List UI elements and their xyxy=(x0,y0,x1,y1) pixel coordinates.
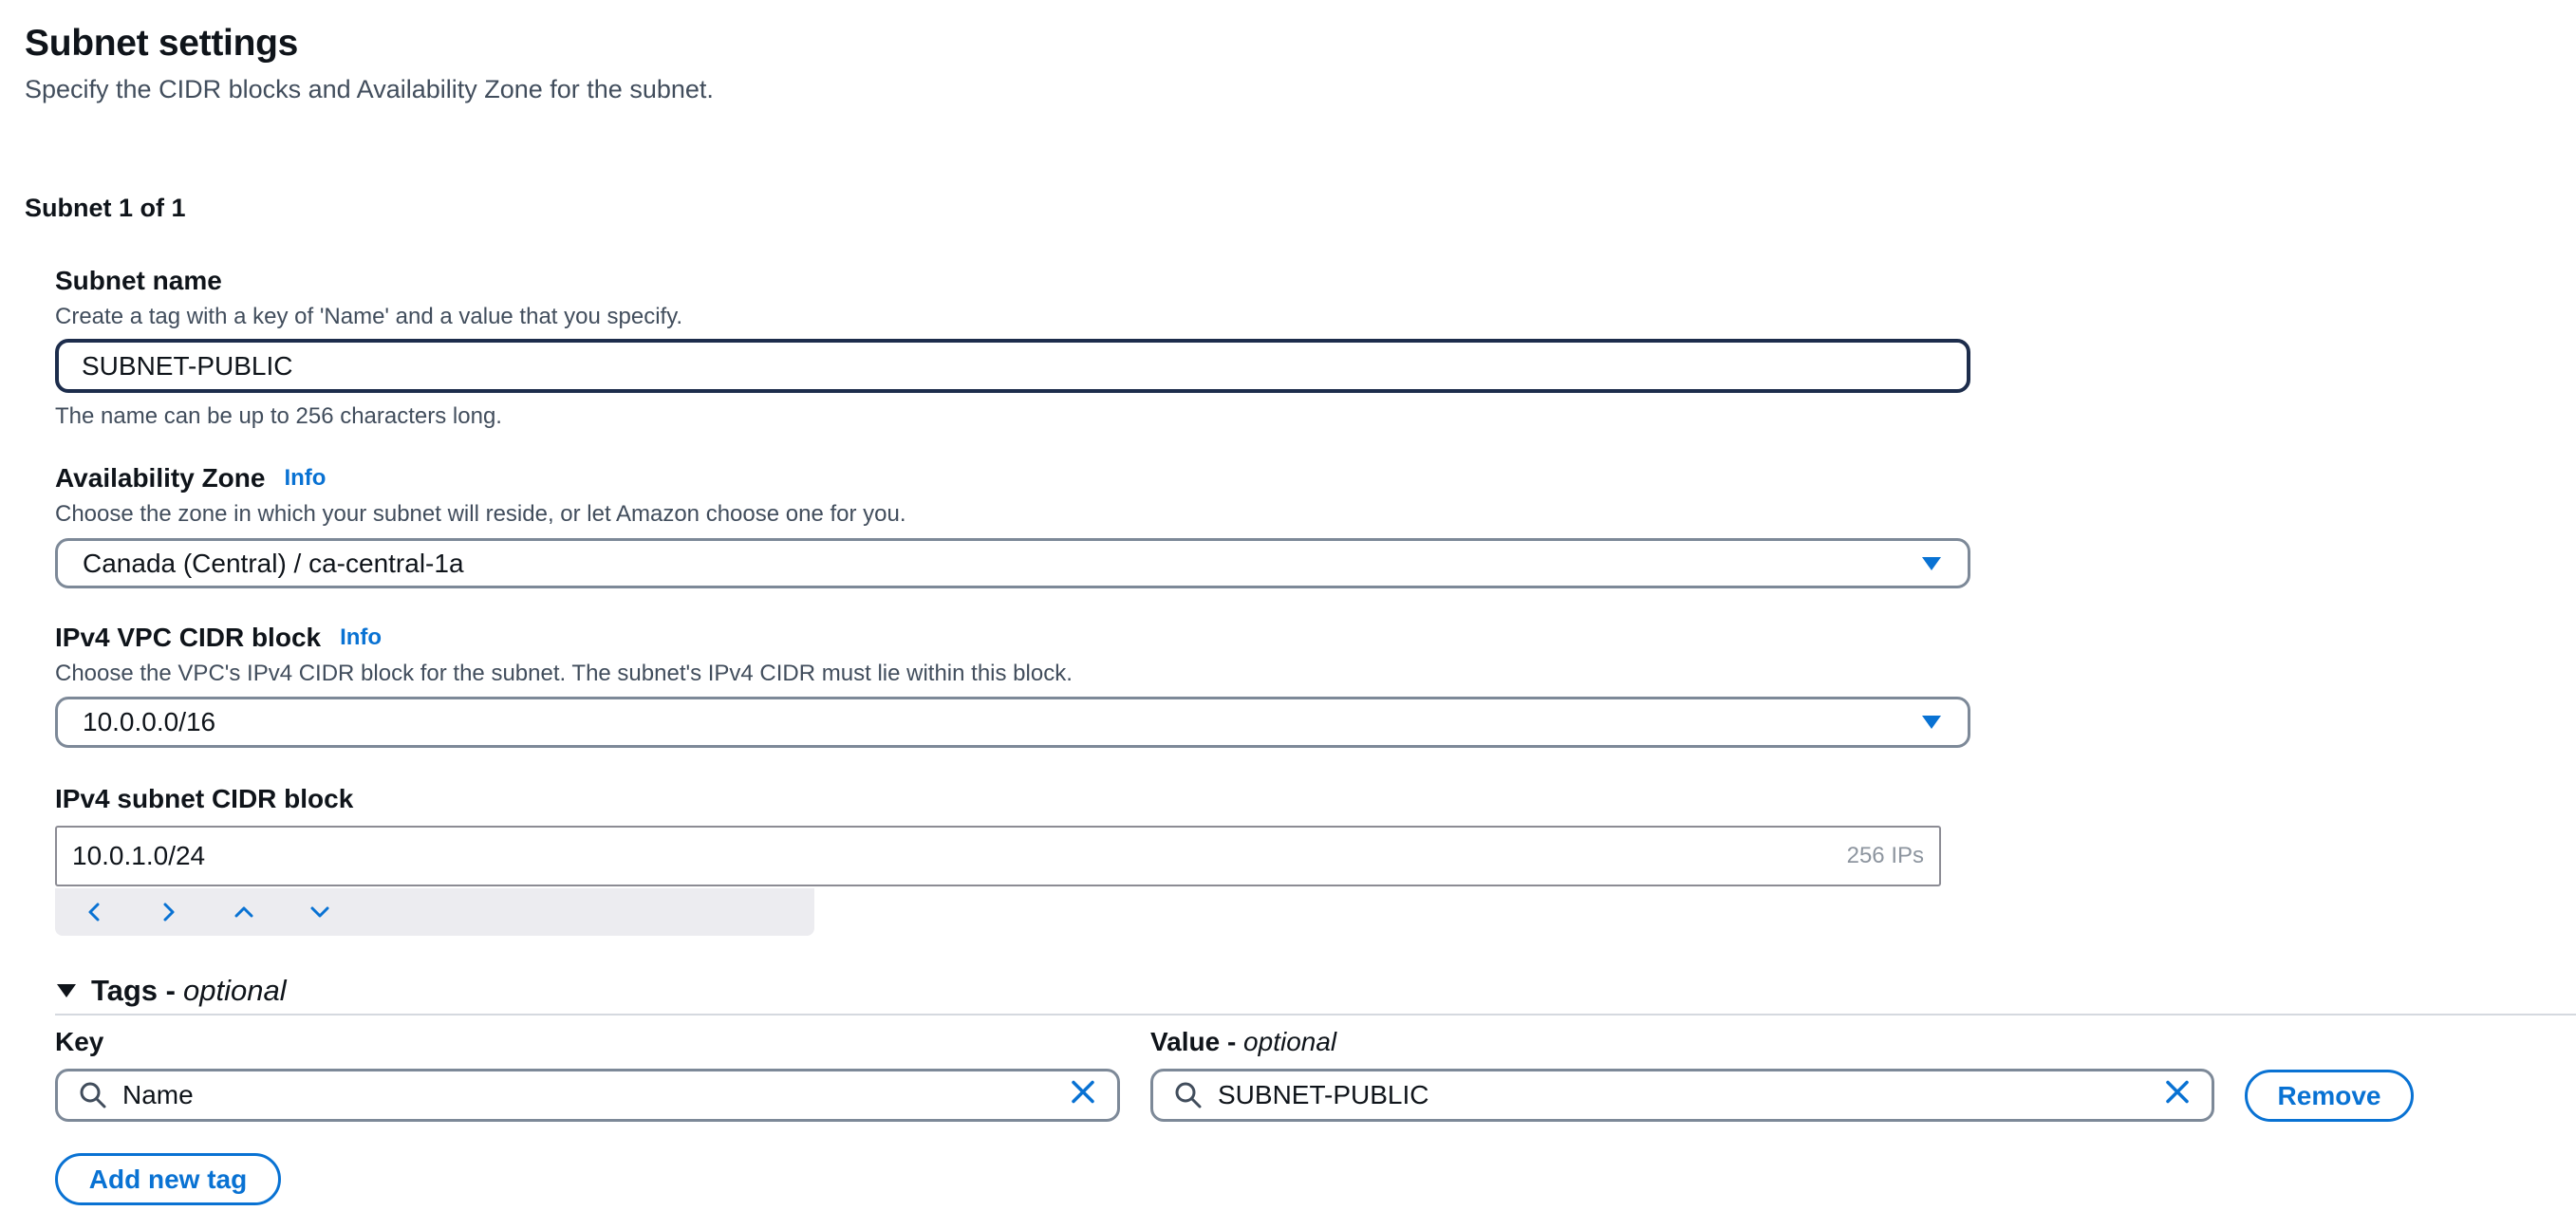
clear-key-button[interactable] xyxy=(1070,1079,1096,1112)
availability-zone-label: Availability Zone xyxy=(55,463,266,493)
caret-down-icon xyxy=(1920,707,1943,737)
chevron-left-icon xyxy=(88,903,100,922)
ip-count: 256 IPs xyxy=(1846,843,1924,868)
subnet-name-constraint: The name can be up to 256 characters lon… xyxy=(55,403,502,429)
subnet-name-label: Subnet name xyxy=(55,266,222,295)
close-icon xyxy=(2166,1080,2189,1104)
subnet-name-input[interactable]: SUBNET-PUBLIC xyxy=(55,339,1970,393)
chevron-left-button[interactable] xyxy=(80,898,108,926)
tags-title: Tags - xyxy=(91,974,176,1007)
availability-zone-select[interactable]: Canada (Central) / ca-central-1a xyxy=(55,538,1970,588)
vpc-cidr-description: Choose the VPC's IPv4 CIDR block for the… xyxy=(55,661,1073,686)
tags-divider xyxy=(55,1014,2576,1015)
availability-zone-heading: Availability Zone Info xyxy=(55,463,326,494)
chevron-up-icon xyxy=(234,906,253,918)
subnet-name-value: SUBNET-PUBLIC xyxy=(82,350,293,381)
vpc-cidr-heading: IPv4 VPC CIDR block Info xyxy=(55,623,382,653)
vpc-cidr-selected: 10.0.0.0/16 xyxy=(83,707,216,736)
availability-zone-description: Choose the zone in which your subnet wil… xyxy=(55,501,906,527)
tag-value-label: Value - optional xyxy=(1150,1027,1336,1057)
tag-value-label-optional: optional xyxy=(1243,1027,1337,1056)
tag-key-value: Name xyxy=(122,1080,194,1109)
chevron-right-icon xyxy=(163,903,175,922)
subnet-cidr-input[interactable]: 10.0.1.0/24 256 IPs xyxy=(55,826,1941,886)
availability-zone-info-link[interactable]: Info xyxy=(284,465,326,492)
tag-value-value: SUBNET-PUBLIC xyxy=(1218,1080,1429,1109)
vpc-cidr-info-link[interactable]: Info xyxy=(340,624,382,651)
chevron-down-icon xyxy=(310,906,329,918)
vpc-cidr-select[interactable]: 10.0.0.0/16 xyxy=(55,697,1970,748)
page-title: Subnet settings xyxy=(25,23,299,64)
search-icon xyxy=(1175,1082,1202,1109)
tag-value-label-text: Value - xyxy=(1150,1027,1244,1056)
chevron-up-button[interactable] xyxy=(230,898,258,926)
availability-zone-selected: Canada (Central) / ca-central-1a xyxy=(83,548,464,578)
tag-key-input[interactable]: Name xyxy=(55,1069,1120,1122)
search-icon xyxy=(80,1082,106,1109)
vpc-cidr-label: IPv4 VPC CIDR block xyxy=(55,623,322,652)
chevron-right-button[interactable] xyxy=(155,898,183,926)
page-description: Specify the CIDR blocks and Availability… xyxy=(25,75,714,103)
tags-title-optional: optional xyxy=(183,974,287,1007)
tag-key-label: Key xyxy=(55,1027,104,1056)
subnet-name-description: Create a tag with a key of 'Name' and a … xyxy=(55,304,683,329)
chevron-down-button[interactable] xyxy=(306,898,334,926)
subnet-cidr-label: IPv4 subnet CIDR block xyxy=(55,784,354,813)
tags-expander[interactable]: Tags - optional xyxy=(55,974,287,1008)
caret-down-icon xyxy=(1920,549,1943,579)
add-new-tag-button[interactable]: Add new tag xyxy=(55,1153,281,1205)
cidr-stepper-bar xyxy=(55,888,814,936)
triangle-down-icon xyxy=(57,984,76,997)
tag-value-input[interactable]: SUBNET-PUBLIC xyxy=(1150,1069,2214,1122)
remove-tag-button[interactable]: Remove xyxy=(2245,1070,2414,1122)
subnet-cidr-value: 10.0.1.0/24 xyxy=(72,841,206,870)
subnet-counter: Subnet 1 of 1 xyxy=(25,194,186,222)
clear-value-button[interactable] xyxy=(2164,1079,2191,1112)
close-icon xyxy=(1072,1080,1094,1104)
